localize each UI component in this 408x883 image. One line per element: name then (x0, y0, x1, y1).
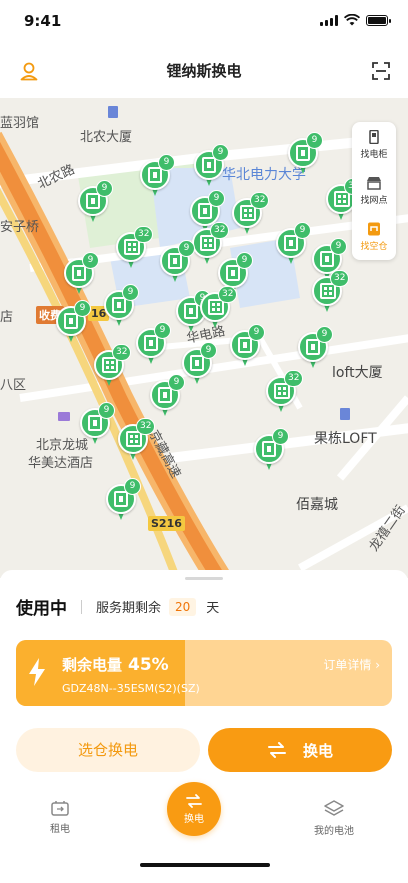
tab-label: 换电 (184, 813, 204, 825)
tool-label: 找空仓 (360, 242, 388, 252)
station-pin[interactable]: 9 (160, 240, 195, 286)
map-label: 蓝羽馆 (0, 116, 40, 131)
station-pin[interactable]: 9 (56, 300, 91, 346)
remaining-days: 20 (169, 597, 197, 616)
battery-model: GDZ48N--35ESM(S2)(SZ) (62, 682, 200, 695)
station-pin[interactable]: 9 (136, 322, 171, 368)
battery-title-label: 剩余电量 (62, 656, 123, 674)
tab-bar: 租电 换电 我的电池 (0, 782, 408, 848)
station-pin[interactable]: 9 (254, 428, 289, 474)
route-sign: S216 (148, 516, 185, 531)
station-pin[interactable]: 32 (232, 192, 270, 238)
station-pin[interactable]: 32 (94, 344, 132, 390)
sheet-grab-handle[interactable] (185, 577, 223, 580)
battery-status-icon (366, 14, 391, 26)
station-pin[interactable]: 9 (80, 402, 115, 448)
station-pin[interactable]: 9 (106, 478, 141, 524)
divider (81, 599, 82, 614)
station-pin[interactable]: 32 (118, 418, 156, 464)
days-unit: 天 (206, 601, 220, 616)
status-bar: 9:41 (0, 0, 408, 44)
battery-card[interactable]: 剩余电量 45% GDZ48N--35ESM(S2)(SZ) 订单详情 › (16, 640, 392, 706)
map-view[interactable]: 蓝羽馆 北农大厦 北农路 华北电力大学 安子桥 收费 16 华电路 loft大厦… (0, 98, 408, 578)
station-pin[interactable]: 9 (182, 342, 217, 388)
tool-label: 找电柜 (360, 150, 388, 160)
find-cabinet-button[interactable]: 找电柜 (352, 122, 396, 168)
wifi-icon (344, 14, 360, 26)
map-label: 果栋LOFT (314, 431, 377, 447)
building-icon (340, 408, 350, 420)
map-label: 北农大厦 (80, 130, 133, 145)
find-store-button[interactable]: 找网点 (352, 168, 396, 214)
station-pin[interactable]: 9 (150, 374, 185, 420)
app-header: 锂纳斯换电 (0, 44, 408, 98)
station-pin[interactable]: 32 (266, 370, 304, 416)
map-tools-panel: 找电柜 找网点 找空仓 (352, 122, 396, 260)
cabinet-icon (369, 130, 379, 144)
map-label: 佰嘉城 (296, 497, 338, 513)
station-pin[interactable]: 9 (104, 284, 139, 330)
tab-label: 我的电池 (314, 826, 354, 837)
map-label: loft大厦 (332, 365, 383, 381)
battery-title: 剩余电量 45% (62, 654, 169, 675)
map-label: 华美达酒店 (28, 456, 94, 471)
tab-rent[interactable]: 租电 (50, 800, 70, 835)
swap-battery-button[interactable]: 换电 (208, 728, 392, 772)
station-pin[interactable]: 9 (64, 252, 99, 298)
page-title: 锂纳斯换电 (166, 62, 242, 80)
usage-status: 使用中 (16, 599, 67, 619)
store-icon (367, 177, 381, 190)
status-icons (320, 14, 391, 26)
tab-label: 租电 (50, 824, 70, 835)
station-pin[interactable]: 9 (140, 154, 175, 200)
scan-icon[interactable] (368, 58, 394, 84)
bolt-icon (29, 658, 45, 686)
swap-icon (186, 793, 202, 808)
signal-icon (320, 14, 338, 26)
swap-arrows-icon (267, 742, 286, 758)
map-label: 八区 (0, 378, 27, 393)
station-pin[interactable]: 9 (276, 222, 311, 268)
bottom-sheet: 使用中 服务期剩余 20 天 剩余电量 45% GDZ48N--35ESM(S2)… (0, 570, 408, 883)
home-indicator (140, 863, 270, 867)
building-icon (108, 106, 118, 118)
map-label: 安子桥 (0, 220, 40, 235)
layers-icon (324, 800, 344, 816)
tab-swap[interactable]: 换电 (167, 782, 221, 836)
station-pin[interactable]: 9 (194, 144, 229, 190)
rent-battery-icon (51, 801, 69, 816)
station-pin[interactable]: 32 (200, 286, 238, 332)
map-label: 店 (0, 310, 14, 325)
find-empty-slot-button[interactable]: 找空仓 (352, 214, 396, 260)
service-period-label: 服务期剩余 (96, 601, 162, 616)
station-pin[interactable]: 9 (298, 326, 333, 372)
order-detail-link[interactable]: 订单详情 › (323, 656, 380, 673)
station-pin[interactable]: 9 (288, 132, 323, 178)
battery-percent: 45% (128, 655, 169, 675)
tab-my-battery[interactable]: 我的电池 (314, 800, 354, 837)
hotel-icon (58, 412, 70, 421)
swap-button-label: 换电 (302, 741, 333, 760)
station-pin[interactable]: 32 (312, 270, 350, 316)
status-time: 9:41 (24, 12, 62, 30)
station-pin[interactable]: 9 (230, 324, 265, 370)
station-pin[interactable]: 9 (78, 180, 113, 226)
rental-status-row: 使用中 服务期剩余 20 天 (16, 594, 219, 619)
tool-label: 找网点 (360, 196, 388, 206)
empty-slot-icon (368, 222, 380, 236)
select-slot-swap-button[interactable]: 选仓换电 (16, 728, 200, 772)
station-pin[interactable]: 32 (116, 226, 154, 272)
